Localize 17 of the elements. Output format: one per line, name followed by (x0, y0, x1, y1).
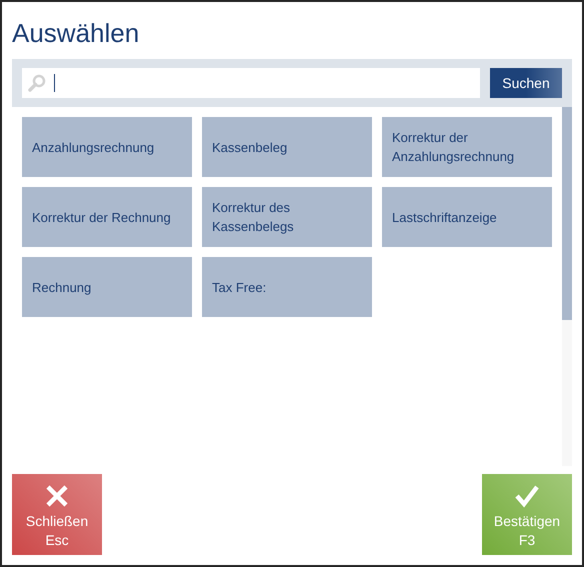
document-type-tile[interactable]: Lastschriftanzeige (382, 187, 552, 247)
close-icon (45, 484, 69, 508)
check-icon (515, 484, 539, 508)
search-field[interactable] (22, 68, 480, 98)
text-cursor (54, 74, 55, 92)
document-type-tile[interactable]: Korrektur des Kassenbelegs (202, 187, 372, 247)
document-type-tile[interactable]: Tax Free: (202, 257, 372, 317)
scrollbar-thumb[interactable] (562, 107, 572, 320)
document-type-tile[interactable]: Rechnung (22, 257, 192, 317)
search-icon (28, 74, 46, 92)
close-button[interactable]: Schließen Esc (12, 474, 102, 555)
document-type-tile[interactable]: Korrektur der Rechnung (22, 187, 192, 247)
document-type-tile[interactable]: Korrektur der Anzahlungsrechnung (382, 117, 552, 177)
document-type-tile[interactable]: Kassenbeleg (202, 117, 372, 177)
dialog-title: Auswählen (12, 17, 140, 43)
search-button[interactable]: Suchen (490, 68, 562, 98)
document-type-tile[interactable]: Anzahlungsrechnung (22, 117, 192, 177)
